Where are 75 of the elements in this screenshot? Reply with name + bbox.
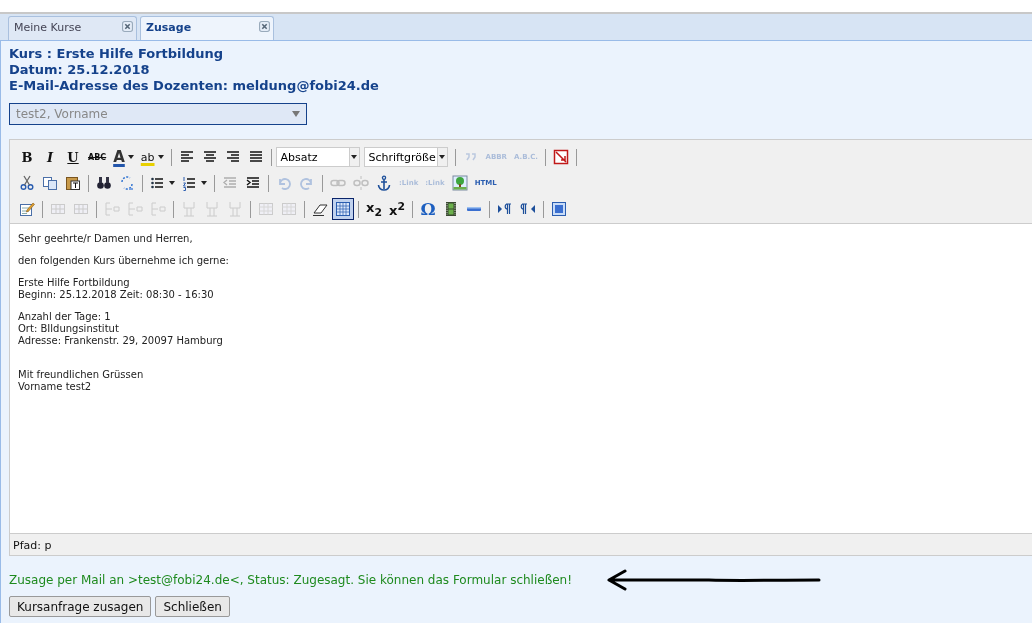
align-left-icon xyxy=(178,149,195,165)
close-icon[interactable] xyxy=(259,21,270,32)
script-button[interactable]: x$_{2}$ xyxy=(363,198,385,220)
body-text: Vorname test2 xyxy=(18,381,92,392)
table-icon xyxy=(335,201,351,217)
highlight-button[interactable]: ab xyxy=(137,146,167,168)
caret-icon xyxy=(201,181,207,185)
eraser-icon xyxy=(312,201,328,217)
course-date: Datum: 25.12.2018 xyxy=(9,62,151,78)
lecturer-email: E-Mail-Adresse des Dozenten: meldung@fobi24.de xyxy=(9,78,380,94)
status-message: Zusage per Mail an >test@fobi24.de<, Status: Zugesagt. Sie können das Formular schließen! xyxy=(9,573,572,587)
caret-icon xyxy=(127,155,134,159)
table-row-icon xyxy=(73,201,89,217)
special-character-button[interactable]: Ω xyxy=(417,198,439,220)
left-to-right-icon xyxy=(497,201,513,217)
outdent-icon xyxy=(222,175,238,191)
confirm-button[interactable]: Kursanfrage zusagen xyxy=(9,596,152,617)
align-center-icon xyxy=(201,149,218,165)
caret-icon xyxy=(351,155,357,159)
unlink-icon xyxy=(353,175,369,191)
table-row-icon xyxy=(50,201,66,217)
tab[interactable]: Meine Kurse xyxy=(8,16,137,40)
caret-icon xyxy=(439,155,445,159)
copy-icon xyxy=(42,175,58,191)
anchor-icon xyxy=(376,175,392,191)
table-cell-icon xyxy=(227,201,243,217)
body-text: Mit freundlichen Grüssen xyxy=(18,369,144,380)
frame-icon xyxy=(551,201,567,217)
redo-icon xyxy=(299,175,315,191)
table-cell-icon xyxy=(204,201,220,217)
cancel-box-icon xyxy=(553,149,569,165)
edit-icon xyxy=(19,201,35,217)
replace-icon xyxy=(119,175,135,191)
body-text: Sehr geehrte/r Damen und Herren, xyxy=(18,233,193,244)
caret-icon xyxy=(157,155,164,159)
body-text: Adresse: Frankenstr. 29, 20097 Hamburg xyxy=(18,335,223,346)
italic-button[interactable]: I xyxy=(39,146,61,168)
align-justify-icon xyxy=(247,149,264,165)
body-text: Beginn: 25.12.2018 Zeit: 08:30 - 16:30 xyxy=(18,289,214,300)
table-grid-icon xyxy=(258,201,274,217)
table-cell-icon xyxy=(181,201,197,217)
image-icon xyxy=(451,175,468,191)
caret-icon xyxy=(292,111,300,117)
find-icon xyxy=(96,175,112,191)
table-grid-icon xyxy=(281,201,297,217)
cut-icon xyxy=(19,175,35,191)
underline-button[interactable]: U xyxy=(62,146,84,168)
toolbar-dropdown[interactable]: Absatz xyxy=(275,147,360,167)
body-text: Ort: BIldungsinstitut xyxy=(18,323,119,334)
film-icon xyxy=(443,201,459,217)
bold-button[interactable]: B xyxy=(16,146,38,168)
paste-icon xyxy=(65,175,81,191)
close-button[interactable]: Schließen xyxy=(155,596,230,617)
numbered-list-icon xyxy=(182,175,198,191)
caret-icon xyxy=(169,181,175,185)
table-column-icon xyxy=(104,201,120,217)
strikethrough-button[interactable]: ABC xyxy=(85,146,110,168)
table-column-icon xyxy=(127,201,143,217)
course-title: Kurs : Erste Hilfe Fortbildung xyxy=(9,46,225,62)
close-icon[interactable] xyxy=(122,21,133,32)
script-button[interactable]: x$^{2}$ xyxy=(386,198,408,220)
align-right-icon xyxy=(224,149,241,165)
undo-icon xyxy=(276,175,292,191)
tab[interactable]: Zusage xyxy=(140,16,274,40)
path-bar: Pfad: p xyxy=(10,533,1032,555)
bullet-list-icon xyxy=(150,175,166,191)
toolbar-dropdown[interactable]: Schriftgröße xyxy=(363,147,448,167)
body-text: den folgenden Kurs übernehme ich gerne: xyxy=(18,255,229,266)
table-column-icon xyxy=(150,201,166,217)
indent-icon xyxy=(245,175,261,191)
right-to-left-icon xyxy=(520,201,536,217)
table-button[interactable] xyxy=(332,198,354,220)
body-text: Erste Hilfe Fortbildung xyxy=(18,277,130,288)
body-text: Anzahl der Tage: 1 xyxy=(18,311,111,322)
text-color-button[interactable]: A xyxy=(110,146,137,168)
